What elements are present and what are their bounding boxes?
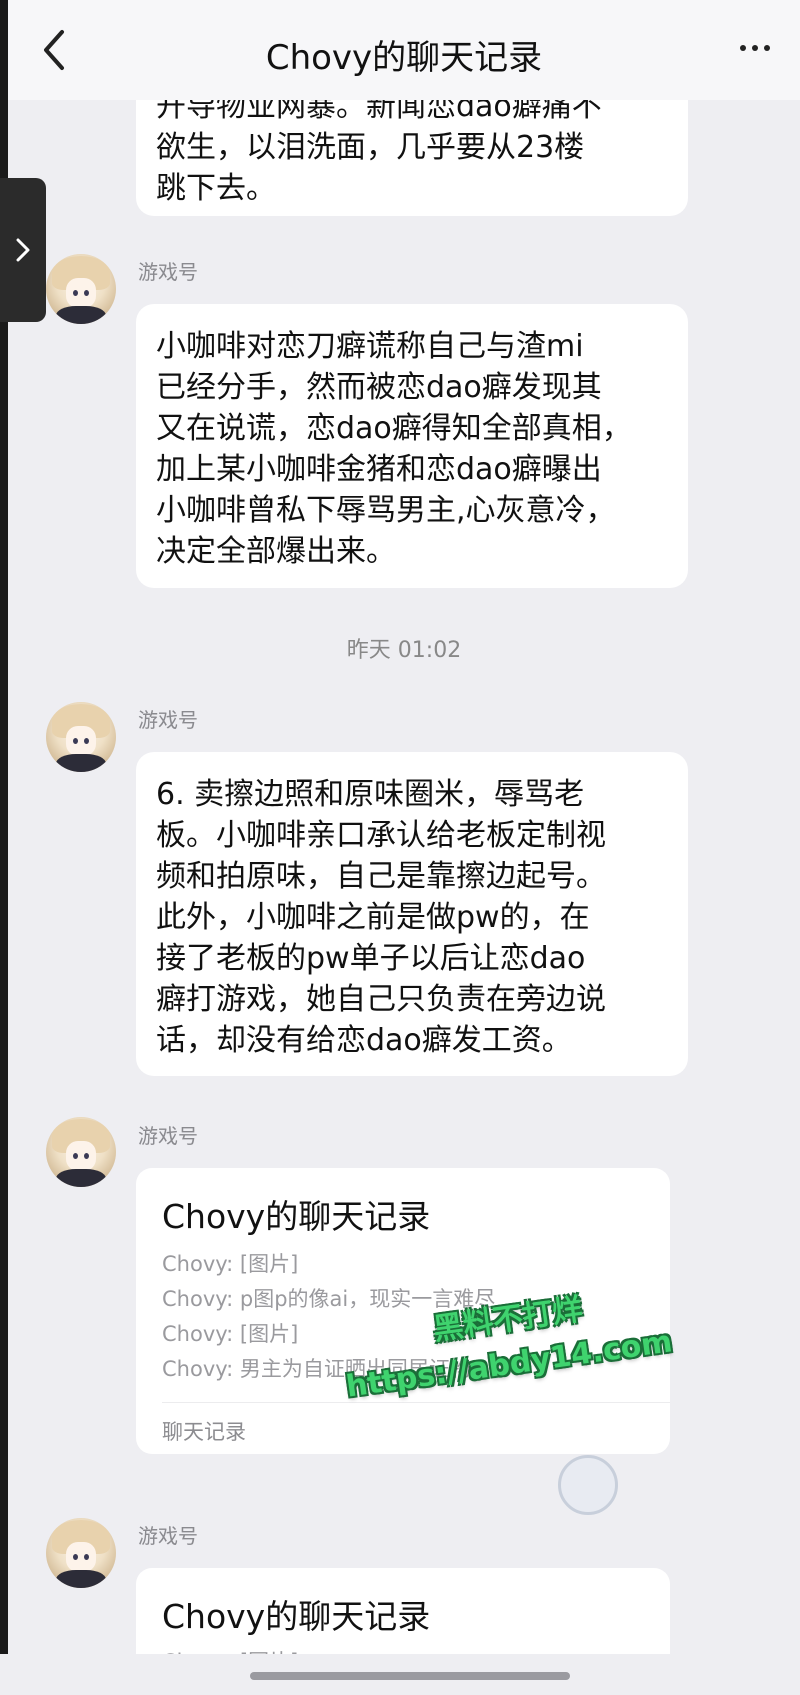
side-drawer-tab[interactable] [0,178,46,322]
sender-name: 游戏号 [138,1124,198,1148]
message-bubble[interactable]: 小咖啡对恋刀癖谎称自己与渣mi 已经分手，然而被恋dao癖发现其 又在说谎，恋d… [136,304,688,588]
chat-history[interactable]: 开导物业网暴。新闻恋dao癖痛不 欲生，以泪洗面，几乎要从23楼 跳下去。 游戏… [8,0,800,1695]
timestamp: 昨天 01:02 [346,638,462,663]
avatar[interactable] [46,254,116,324]
home-indicator[interactable] [250,1672,570,1680]
avatar[interactable] [46,1117,116,1187]
card-title: Chovy的聊天记录 [162,1197,431,1236]
page-title: Chovy的聊天记录 [265,38,543,78]
card-preview-line: Chovy: [图片] [162,1252,299,1276]
floating-assistive-button[interactable] [558,1455,618,1515]
chevron-right-icon [16,238,30,262]
sender-name: 游戏号 [138,708,198,732]
card-divider [162,1402,670,1403]
card-title: Chovy的聊天记录 [162,1597,431,1636]
sender-name: 游戏号 [138,1524,198,1548]
avatar[interactable] [46,702,116,772]
card-preview-line: Chovy: [图片] [162,1322,299,1346]
more-button[interactable] [740,36,780,56]
avatar[interactable] [46,1518,116,1588]
more-horizontal-icon [740,45,746,51]
sender-name: 游戏号 [138,260,198,284]
message-text: 小咖啡对恋刀癖谎称自己与渣mi 已经分手，然而被恋dao癖发现其 又在说谎，恋d… [156,329,632,569]
nav-bar: Chovy的聊天记录 [8,0,800,100]
message-text: 6. 卖擦边照和原味圈米，辱骂老 板。小咖啡亲口承认给老板定制视 频和拍原味，自… [156,777,606,1058]
message-bubble[interactable]: 6. 卖擦边照和原味圈米，辱骂老 板。小咖啡亲口承认给老板定制视 频和拍原味，自… [136,752,688,1076]
card-footer: 聊天记录 [162,1420,246,1444]
chat-record-card[interactable]: Chovy的聊天记录 Chovy: [图片] Chovy: p图p的像ai，现实… [136,1168,670,1454]
